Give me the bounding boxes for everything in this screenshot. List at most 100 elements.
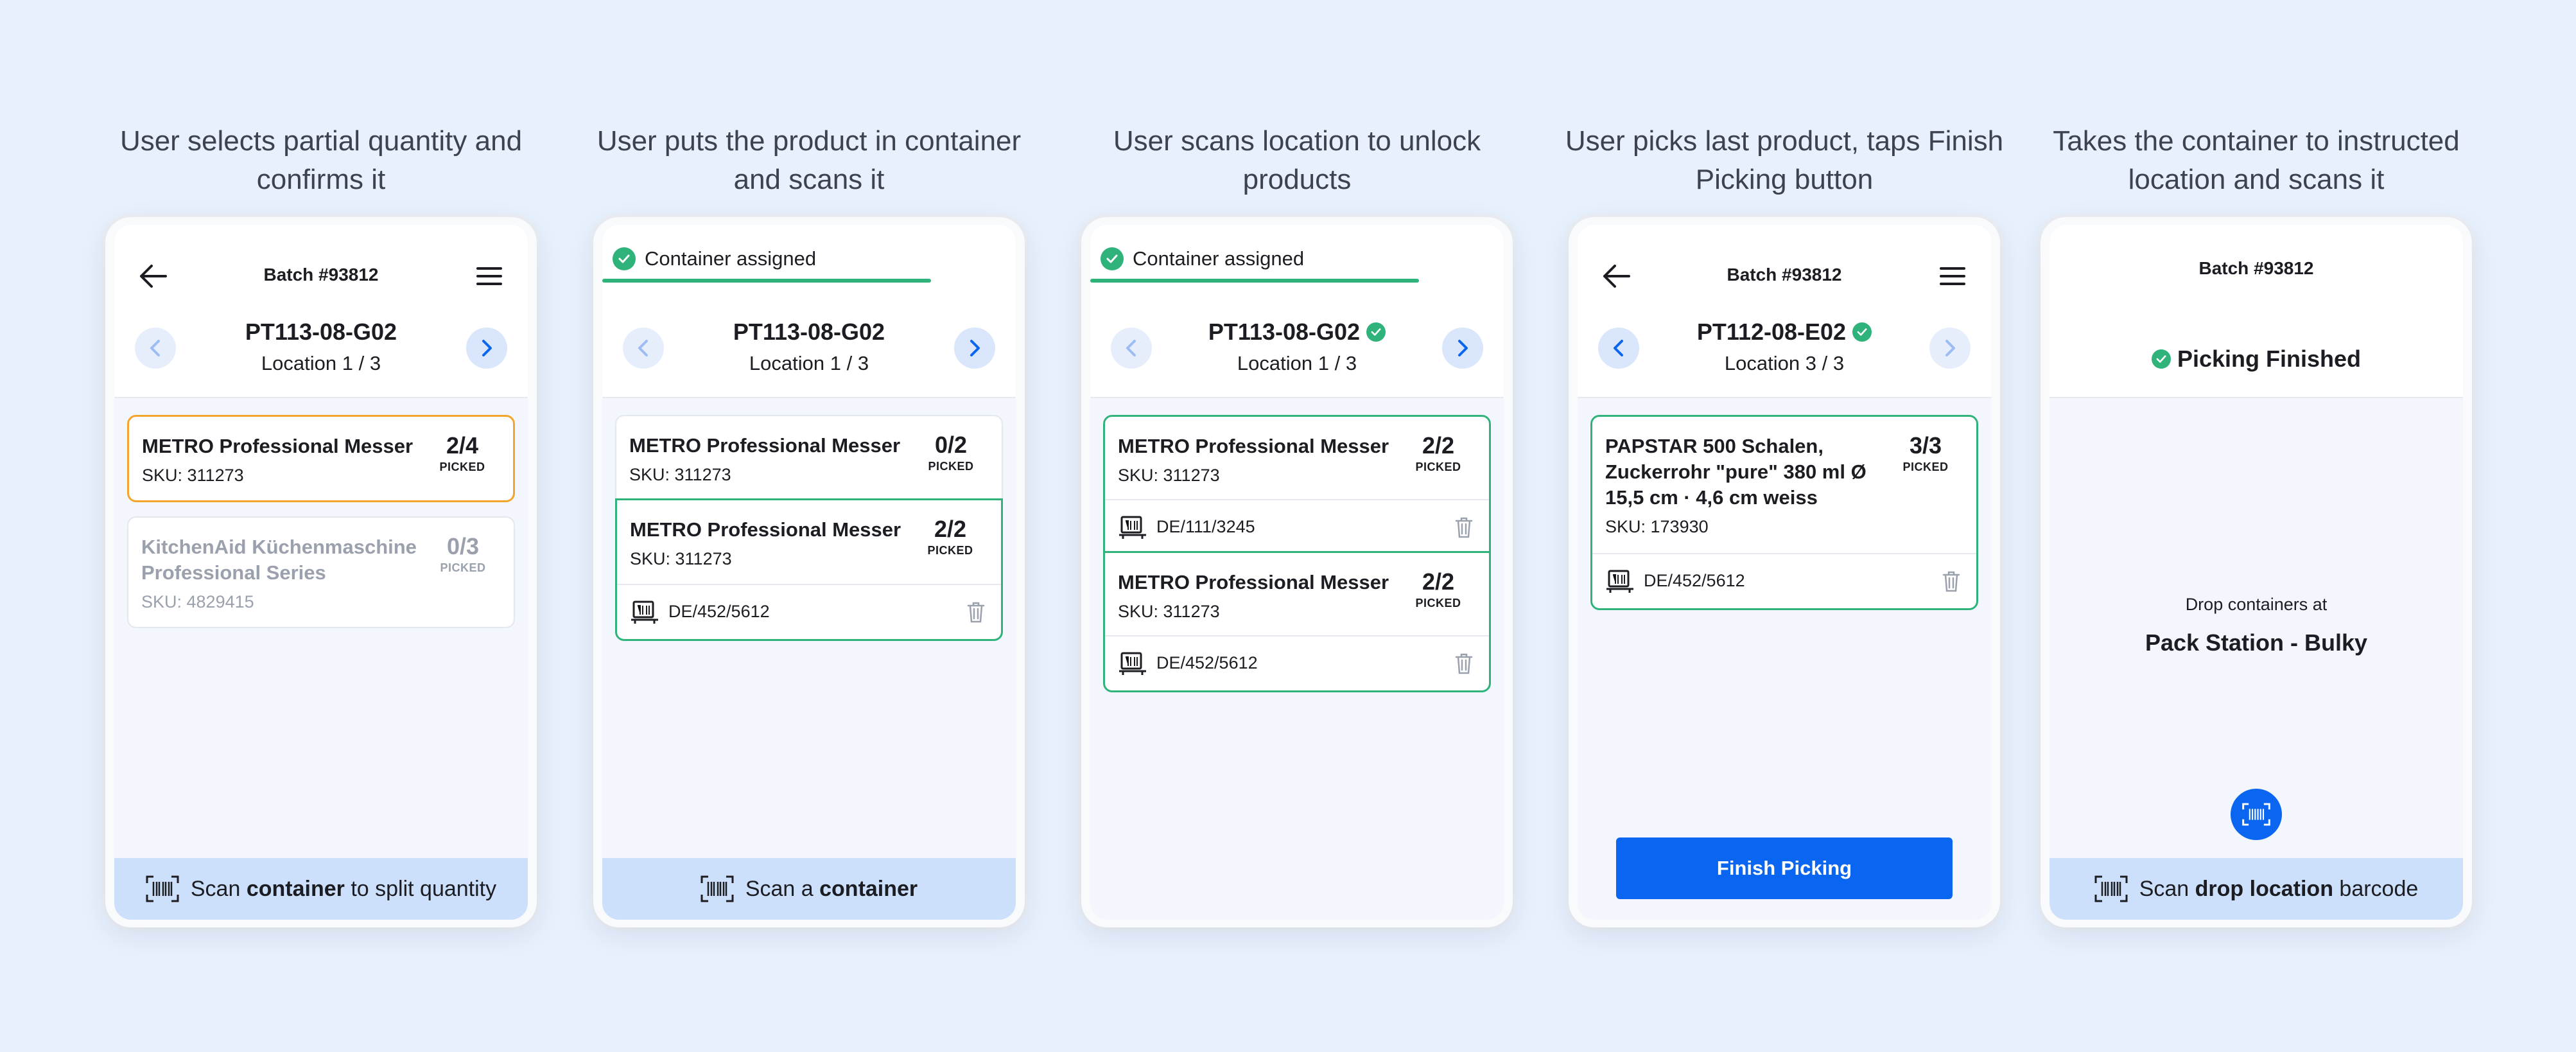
item-name: METRO Professional Messer bbox=[630, 518, 901, 541]
scan-hint-pre: Scan bbox=[2139, 876, 2195, 901]
item-card-assigned[interactable]: METRO Professional Messer SKU: 311273 2/… bbox=[615, 498, 1003, 641]
location-code-text: PT113-08-G02 bbox=[245, 319, 397, 345]
location-code: PT112-08-E02 bbox=[1578, 319, 1991, 346]
item-card[interactable]: METRO Professional Messer SKU: 311273 2/… bbox=[127, 415, 515, 502]
step-5-caption: Takes the container to instructed locati… bbox=[2053, 125, 2460, 195]
container-row: DE/111/3245 bbox=[1105, 499, 1489, 554]
scan-hint-bar[interactable]: Scan container to split quantity bbox=[114, 858, 528, 920]
item-card[interactable]: METRO Professional Messer SKU: 311273 0/… bbox=[615, 415, 1003, 500]
chevron-right-icon bbox=[1945, 340, 1955, 356]
item-name: METRO Professional Messer bbox=[1118, 571, 1389, 593]
scan-button[interactable] bbox=[2231, 789, 2282, 840]
item-card-assigned[interactable]: METRO Professional Messer SKU: 311273 2/… bbox=[1103, 551, 1491, 692]
next-location-button[interactable] bbox=[954, 328, 995, 369]
step-4-caption: User picks last product, taps Finish Pic… bbox=[1565, 125, 2004, 195]
trash-icon[interactable] bbox=[1942, 570, 1961, 593]
screen: Batch #93812 Picking Finished Drop conta… bbox=[2049, 225, 2463, 920]
qty-value: 2/2 bbox=[934, 516, 967, 542]
location-code: PT113-08-G02 bbox=[602, 319, 1016, 346]
container-id: DE/452/5612 bbox=[668, 602, 770, 621]
item-sku: SKU: 4829415 bbox=[141, 592, 254, 611]
next-location-button[interactable] bbox=[466, 328, 507, 369]
chevron-right-icon bbox=[970, 340, 980, 356]
item-qty: 3/3 PICKED bbox=[1890, 432, 1961, 474]
item-sku: SKU: 311273 bbox=[629, 465, 731, 484]
item-sku: SKU: 311273 bbox=[630, 549, 732, 568]
barcode-scan-icon bbox=[146, 875, 179, 902]
item-qty: 0/2 PICKED bbox=[916, 432, 986, 473]
screen: Container assigned PT113-08-G02 Location… bbox=[602, 225, 1016, 920]
qty-label: PICKED bbox=[1415, 460, 1461, 473]
scan-hint-bold: container bbox=[246, 876, 345, 901]
item-name: METRO Professional Messer bbox=[1118, 435, 1389, 457]
item-sku: SKU: 311273 bbox=[1118, 466, 1220, 485]
container-id: DE/452/5612 bbox=[1156, 653, 1258, 672]
qty-value: 3/3 bbox=[1909, 432, 1942, 459]
item-row: KitchenAid Küchenmaschine Professional S… bbox=[128, 518, 514, 627]
item-row: METRO Professional Messer SKU: 311273 2/… bbox=[1105, 553, 1489, 635]
chevron-right-icon bbox=[482, 340, 492, 356]
item-qty: 2/2 PICKED bbox=[1403, 568, 1474, 610]
scan-hint-post: barcode bbox=[2333, 876, 2419, 901]
container-assigned-banner: Container assigned bbox=[613, 244, 816, 274]
item-row: METRO Professional Messer SKU: 311273 0/… bbox=[616, 416, 1002, 500]
container-icon bbox=[1119, 516, 1146, 539]
location-progress: Location 1 / 3 bbox=[749, 352, 869, 374]
step-2-caption: User puts the product in container and s… bbox=[596, 125, 1022, 195]
menu-icon[interactable] bbox=[1937, 262, 1968, 290]
menu-icon[interactable] bbox=[474, 262, 505, 290]
container-id: DE/111/3245 bbox=[1156, 517, 1255, 536]
container-row: DE/452/5612 bbox=[1592, 553, 1976, 608]
step-1-caption: User selects partial quantity and confir… bbox=[119, 125, 523, 195]
qty-value: 0/2 bbox=[934, 432, 968, 458]
phone-step-5: Batch #93812 Picking Finished Drop conta… bbox=[2041, 217, 2472, 927]
phone-step-3: Container assigned PT113-08-G02 Location… bbox=[1081, 217, 1513, 927]
picking-finished-text: Picking Finished bbox=[2177, 346, 2362, 372]
item-name: KitchenAid Küchenmaschine Professional S… bbox=[141, 536, 417, 584]
container-row: DE/452/5612 bbox=[1105, 635, 1489, 690]
barcode-scan-icon bbox=[2094, 875, 2128, 902]
app-header: Container assigned PT113-08-G02 Location… bbox=[602, 225, 1016, 397]
scan-hint-pre: Scan a bbox=[745, 876, 820, 901]
qty-label: PICKED bbox=[439, 460, 485, 473]
scan-hint-bar[interactable]: Scan drop location barcode bbox=[2049, 858, 2463, 920]
item-row: METRO Professional Messer SKU: 311273 2/… bbox=[129, 417, 513, 500]
scan-hint-bold: drop location bbox=[2195, 876, 2333, 901]
item-name: METRO Professional Messer bbox=[629, 434, 901, 457]
finish-picking-button[interactable]: Finish Picking bbox=[1616, 837, 1953, 899]
item-sku: SKU: 173930 bbox=[1605, 517, 1709, 536]
scan-hint-text: Scan a container bbox=[745, 877, 918, 902]
check-circle-icon bbox=[1366, 322, 1386, 342]
container-icon bbox=[631, 601, 658, 624]
container-assigned-banner: Container assigned bbox=[1101, 244, 1304, 274]
location-progress: Location 1 / 3 bbox=[261, 352, 381, 374]
qty-label: PICKED bbox=[927, 544, 973, 557]
divider bbox=[114, 397, 528, 398]
container-assigned-text: Container assigned bbox=[645, 247, 817, 270]
next-location-button[interactable] bbox=[1929, 328, 1971, 369]
chevron-right-icon bbox=[1458, 340, 1468, 356]
phone-step-4: Batch #93812 PT112-08-E02 Location 3 / 3… bbox=[1569, 217, 2000, 927]
screen: Container assigned PT113-08-G02 Location… bbox=[1090, 225, 1504, 920]
item-card-assigned[interactable]: PAPSTAR 500 Schalen, Zuckerrohr "pure" 3… bbox=[1590, 415, 1978, 610]
item-row: PAPSTAR 500 Schalen, Zuckerrohr "pure" 3… bbox=[1592, 417, 1976, 553]
check-circle-icon bbox=[1852, 322, 1872, 342]
divider bbox=[602, 397, 1016, 398]
item-qty: 2/2 PICKED bbox=[915, 516, 986, 557]
barcode-scan-icon bbox=[701, 875, 734, 902]
scan-hint-pre: Scan bbox=[190, 876, 247, 901]
trash-icon[interactable] bbox=[1454, 516, 1474, 539]
location-code: PT113-08-G02 bbox=[114, 319, 528, 346]
scan-hint-bar[interactable]: Scan a container bbox=[602, 858, 1016, 920]
batch-title: Batch #93812 bbox=[2198, 258, 2314, 278]
trash-icon[interactable] bbox=[966, 601, 986, 624]
divider bbox=[1578, 397, 1991, 398]
item-card-assigned[interactable]: METRO Professional Messer SKU: 311273 2/… bbox=[1103, 415, 1491, 556]
location-code-text: PT113-08-G02 bbox=[733, 319, 885, 345]
next-location-button[interactable] bbox=[1442, 328, 1483, 369]
divider bbox=[2049, 397, 2463, 398]
qty-value: 2/4 bbox=[446, 432, 479, 459]
qty-label: PICKED bbox=[1902, 460, 1949, 473]
qty-value: 2/2 bbox=[1422, 432, 1455, 459]
trash-icon[interactable] bbox=[1454, 652, 1474, 675]
